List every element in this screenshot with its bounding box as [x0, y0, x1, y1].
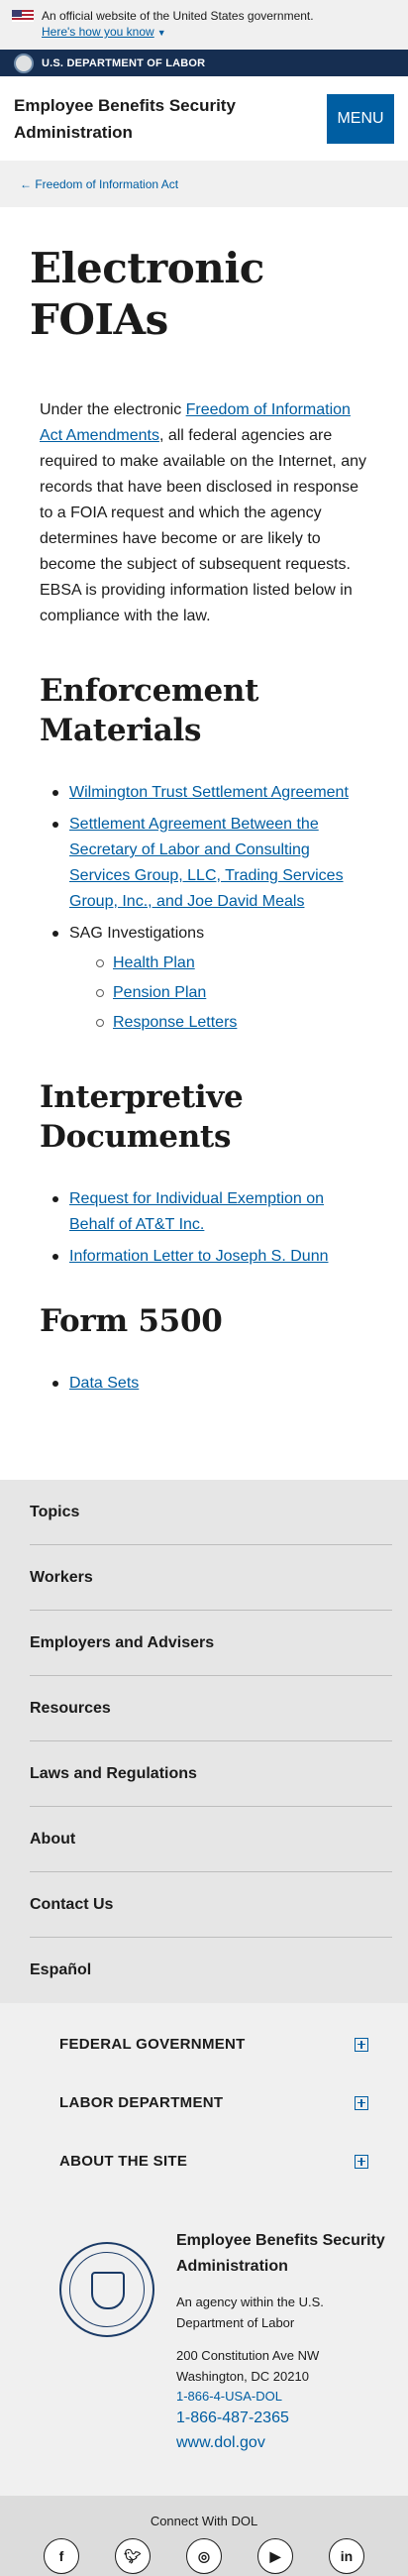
page-title: Electronic FOIAs: [30, 244, 264, 344]
health-plan-link[interactable]: Health Plan: [113, 954, 195, 971]
list-item: Pension Plan: [96, 980, 368, 1006]
expand-plus-icon: [355, 2154, 368, 2169]
interpretive-heading: Interpretive Documents: [40, 1079, 244, 1155]
linkedin-icon[interactable]: in: [329, 2538, 364, 2574]
agency-name: Employee Benefits Security Administratio…: [176, 2232, 385, 2275]
us-flag-icon: [12, 10, 34, 22]
accordion-label: FEDERAL GOVERNMENT: [59, 2036, 246, 2053]
accordion-label: LABOR DEPARTMENT: [59, 2094, 224, 2111]
footer-nav-topics[interactable]: Topics: [30, 1480, 392, 1545]
response-letters-link[interactable]: Response Letters: [113, 1014, 237, 1031]
footer-nav-resources[interactable]: Resources: [30, 1676, 392, 1741]
dol-seal-logo-icon: [59, 2242, 154, 2337]
site-header: Employee Benefits Security Administratio…: [0, 76, 408, 161]
chevron-down-icon: ▼: [156, 28, 166, 38]
main-bottom-spacer: [40, 1402, 368, 1480]
list-item: SAG Investigations Health Plan Pension P…: [52, 921, 368, 1036]
menu-button[interactable]: MENU: [327, 93, 394, 144]
how-you-know-label: Here's how you know: [42, 25, 154, 39]
expand-plus-icon: [355, 2095, 368, 2110]
sag-investigations-label: SAG Investigations: [69, 925, 205, 942]
intro-paragraph: Under the electronic Freedom of Informat…: [40, 397, 368, 629]
expand-plus-icon: [355, 2037, 368, 2052]
settlement-agreement-link[interactable]: Settlement Agreement Between the Secreta…: [69, 816, 344, 910]
enforcement-list: Wilmington Trust Settlement Agreement Se…: [40, 780, 368, 1036]
footer-nav-laws[interactable]: Laws and Regulations: [30, 1741, 392, 1807]
accordion-labor-department[interactable]: LABOR DEPARTMENT: [59, 2073, 368, 2132]
breadcrumb-back-label: Freedom of Information Act: [35, 176, 179, 191]
agency-address: 200 Constitution Ave NW Washington, DC 2…: [176, 2345, 388, 2387]
dol-website-link[interactable]: www.dol.gov: [176, 2430, 388, 2456]
form5500-heading: Form 5500: [40, 1303, 223, 1339]
gov-banner-row: An official website of the United States…: [12, 8, 396, 41]
social-icons: f 🐦︎ ◎ ▶ in: [0, 2538, 408, 2574]
interpretive-list: Request for Individual Exemption on Beha…: [40, 1186, 368, 1270]
list-item: Data Sets: [52, 1371, 368, 1397]
main-content: Electronic FOIAs Under the electronic Fr…: [0, 243, 408, 1480]
dunn-letter-link[interactable]: Information Letter to Joseph S. Dunn: [69, 1248, 328, 1265]
att-exemption-link[interactable]: Request for Individual Exemption on Beha…: [69, 1190, 324, 1233]
address-line-1: 200 Constitution Ave NW: [176, 2348, 320, 2363]
pension-plan-link[interactable]: Pension Plan: [113, 984, 206, 1001]
dol-seal-icon: [14, 53, 34, 73]
address-line-2: Washington, DC 20210: [176, 2369, 309, 2384]
footer-nav-workers[interactable]: Workers: [30, 1545, 392, 1611]
youtube-icon[interactable]: ▶: [257, 2538, 293, 2574]
twitter-icon[interactable]: 🐦︎: [115, 2538, 151, 2574]
footer-accordions: FEDERAL GOVERNMENT LABOR DEPARTMENT ABOU…: [0, 2003, 408, 2208]
phone-usa-dol-link[interactable]: 1-866-4-USA-DOL: [176, 2387, 388, 2407]
accordion-label: ABOUT THE SITE: [59, 2153, 188, 2170]
accordion-about-the-site[interactable]: ABOUT THE SITE: [59, 2132, 368, 2190]
how-you-know-link[interactable]: Here's how you know ▼: [42, 25, 166, 39]
footer-nav-espanol[interactable]: Español: [30, 1938, 392, 2003]
intro-text-before: Under the electronic: [40, 401, 186, 418]
gov-banner-text-block: An official website of the United States…: [42, 8, 314, 41]
agency-info: Employee Benefits Security Administratio…: [176, 2228, 388, 2456]
instagram-icon[interactable]: ◎: [186, 2538, 222, 2574]
site-title[interactable]: Employee Benefits Security Administratio…: [14, 92, 271, 146]
breadcrumb-back-link[interactable]: ← Freedom of Information Act: [20, 177, 178, 191]
dept-label: U.S. DEPARTMENT OF LABOR: [42, 56, 206, 69]
gov-official-text: An official website of the United States…: [42, 9, 314, 23]
footer-nav-employers[interactable]: Employers and Advisers: [30, 1611, 392, 1676]
accordion-federal-government[interactable]: FEDERAL GOVERNMENT: [59, 2015, 368, 2073]
list-item: Request for Individual Exemption on Beha…: [52, 1186, 368, 1238]
footer-nav: Topics Workers Employers and Advisers Re…: [0, 1480, 408, 2003]
list-item: Information Letter to Joseph S. Dunn: [52, 1244, 368, 1270]
agency-block: Employee Benefits Security Administratio…: [0, 2208, 408, 2496]
form5500-list: Data Sets: [40, 1371, 368, 1397]
enforcement-heading: Enforcement Materials: [40, 673, 259, 748]
breadcrumb: ← Freedom of Information Act: [0, 161, 408, 207]
arrow-left-icon: ←: [20, 176, 36, 191]
agency-subtitle: An agency within the U.S. Department of …: [176, 2295, 324, 2330]
footer-nav-contact[interactable]: Contact Us: [30, 1872, 392, 1938]
gov-banner: An official website of the United States…: [0, 0, 408, 50]
sag-sublist: Health Plan Pension Plan Response Letter…: [69, 951, 368, 1036]
data-sets-link[interactable]: Data Sets: [69, 1375, 139, 1392]
list-item: Response Letters: [96, 1010, 368, 1036]
phone-number-link[interactable]: 1-866-487-2365: [176, 2407, 388, 2430]
list-item: Settlement Agreement Between the Secreta…: [52, 812, 368, 915]
list-item: Wilmington Trust Settlement Agreement: [52, 780, 368, 806]
intro-text-after: , all federal agencies are required to m…: [40, 427, 366, 624]
list-item: Health Plan: [96, 951, 368, 976]
social-section: Connect With DOL f 🐦︎ ◎ ▶ in: [0, 2496, 408, 2576]
social-title: Connect With DOL: [150, 2514, 258, 2528]
footer-nav-about[interactable]: About: [30, 1807, 392, 1872]
dept-bar[interactable]: U.S. DEPARTMENT OF LABOR: [0, 50, 408, 76]
facebook-icon[interactable]: f: [44, 2538, 79, 2574]
wilmington-link[interactable]: Wilmington Trust Settlement Agreement: [69, 784, 349, 801]
